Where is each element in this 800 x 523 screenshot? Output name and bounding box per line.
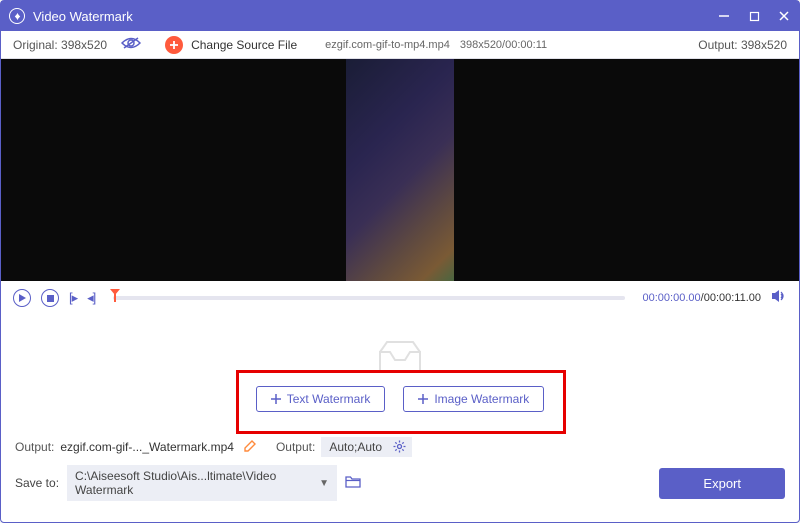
output-row: Output: ezgif.com-gif-..._Watermark.mp4 …	[15, 437, 785, 457]
source-dimensions-duration: 398x520/00:00:11	[460, 39, 547, 51]
source-filename: ezgif.com-gif-to-mp4.mp4	[325, 39, 450, 51]
titlebar: Video Watermark	[1, 1, 799, 31]
timeline-playhead[interactable]	[113, 291, 117, 301]
text-watermark-button[interactable]: Text Watermark	[256, 386, 386, 412]
plus-icon	[271, 394, 281, 404]
app-logo	[9, 8, 25, 24]
minimize-button[interactable]	[717, 9, 731, 23]
video-frame	[346, 59, 454, 281]
plus-icon	[418, 394, 428, 404]
change-source-button[interactable]: Change Source File	[165, 36, 297, 54]
current-time: 00:00:00.00	[643, 292, 701, 304]
close-button[interactable]	[777, 9, 791, 23]
mark-in-button[interactable]: [▸	[69, 290, 77, 306]
text-watermark-label: Text Watermark	[287, 392, 371, 406]
output-format-value: Auto;Auto	[329, 440, 382, 454]
change-source-label: Change Source File	[191, 38, 297, 52]
output-dimensions: Output: 398x520	[698, 38, 787, 52]
edit-output-name-icon[interactable]	[244, 440, 256, 455]
timeline-slider[interactable]	[113, 296, 624, 300]
playback-bar: [▸ ◂] 00:00:00.00/00:00:11.00	[1, 281, 799, 315]
mark-out-button[interactable]: ◂]	[87, 290, 95, 306]
open-folder-icon[interactable]	[345, 475, 361, 491]
watermark-buttons: Text Watermark Image Watermark	[256, 386, 545, 412]
toolbar: Original: 398x520 Change Source File ezg…	[1, 31, 799, 59]
output-file-name: ezgif.com-gif-..._Watermark.mp4	[60, 440, 234, 454]
plus-icon	[165, 36, 183, 54]
output-file-label: Output:	[15, 440, 54, 454]
save-row: Save to: C:\Aiseesoft Studio\Ais...ltima…	[15, 465, 785, 501]
save-to-label: Save to:	[15, 476, 59, 490]
watermark-panel: Text Watermark Image Watermark	[15, 319, 785, 431]
window-controls	[717, 9, 791, 23]
export-button[interactable]: Export	[659, 468, 785, 499]
bottom-panel: Output: ezgif.com-gif-..._Watermark.mp4 …	[1, 431, 799, 501]
preview-toggle-icon[interactable]	[121, 36, 141, 53]
duration-time: 00:00:11.00	[704, 292, 761, 304]
play-button[interactable]	[13, 289, 31, 307]
maximize-button[interactable]	[747, 9, 761, 23]
export-label: Export	[703, 476, 741, 491]
output-format-label: Output:	[276, 440, 315, 454]
time-display: 00:00:00.00/00:00:11.00	[643, 292, 761, 304]
settings-icon[interactable]	[393, 440, 406, 456]
image-watermark-button[interactable]: Image Watermark	[403, 386, 544, 412]
save-path-select[interactable]: C:\Aiseesoft Studio\Ais...ltimate\Video …	[67, 465, 337, 501]
stop-button[interactable]	[41, 289, 59, 307]
app-title: Video Watermark	[33, 9, 717, 24]
tray-icon	[375, 338, 425, 376]
output-format-select[interactable]: Auto;Auto	[321, 437, 412, 457]
original-dimensions: Original: 398x520	[13, 38, 107, 52]
output-format: Output: Auto;Auto	[276, 437, 412, 457]
volume-icon[interactable]	[771, 289, 787, 308]
chevron-down-icon: ▼	[319, 478, 329, 489]
save-path-value: C:\Aiseesoft Studio\Ais...ltimate\Video …	[75, 469, 319, 497]
image-watermark-label: Image Watermark	[434, 392, 529, 406]
video-preview	[1, 59, 799, 281]
